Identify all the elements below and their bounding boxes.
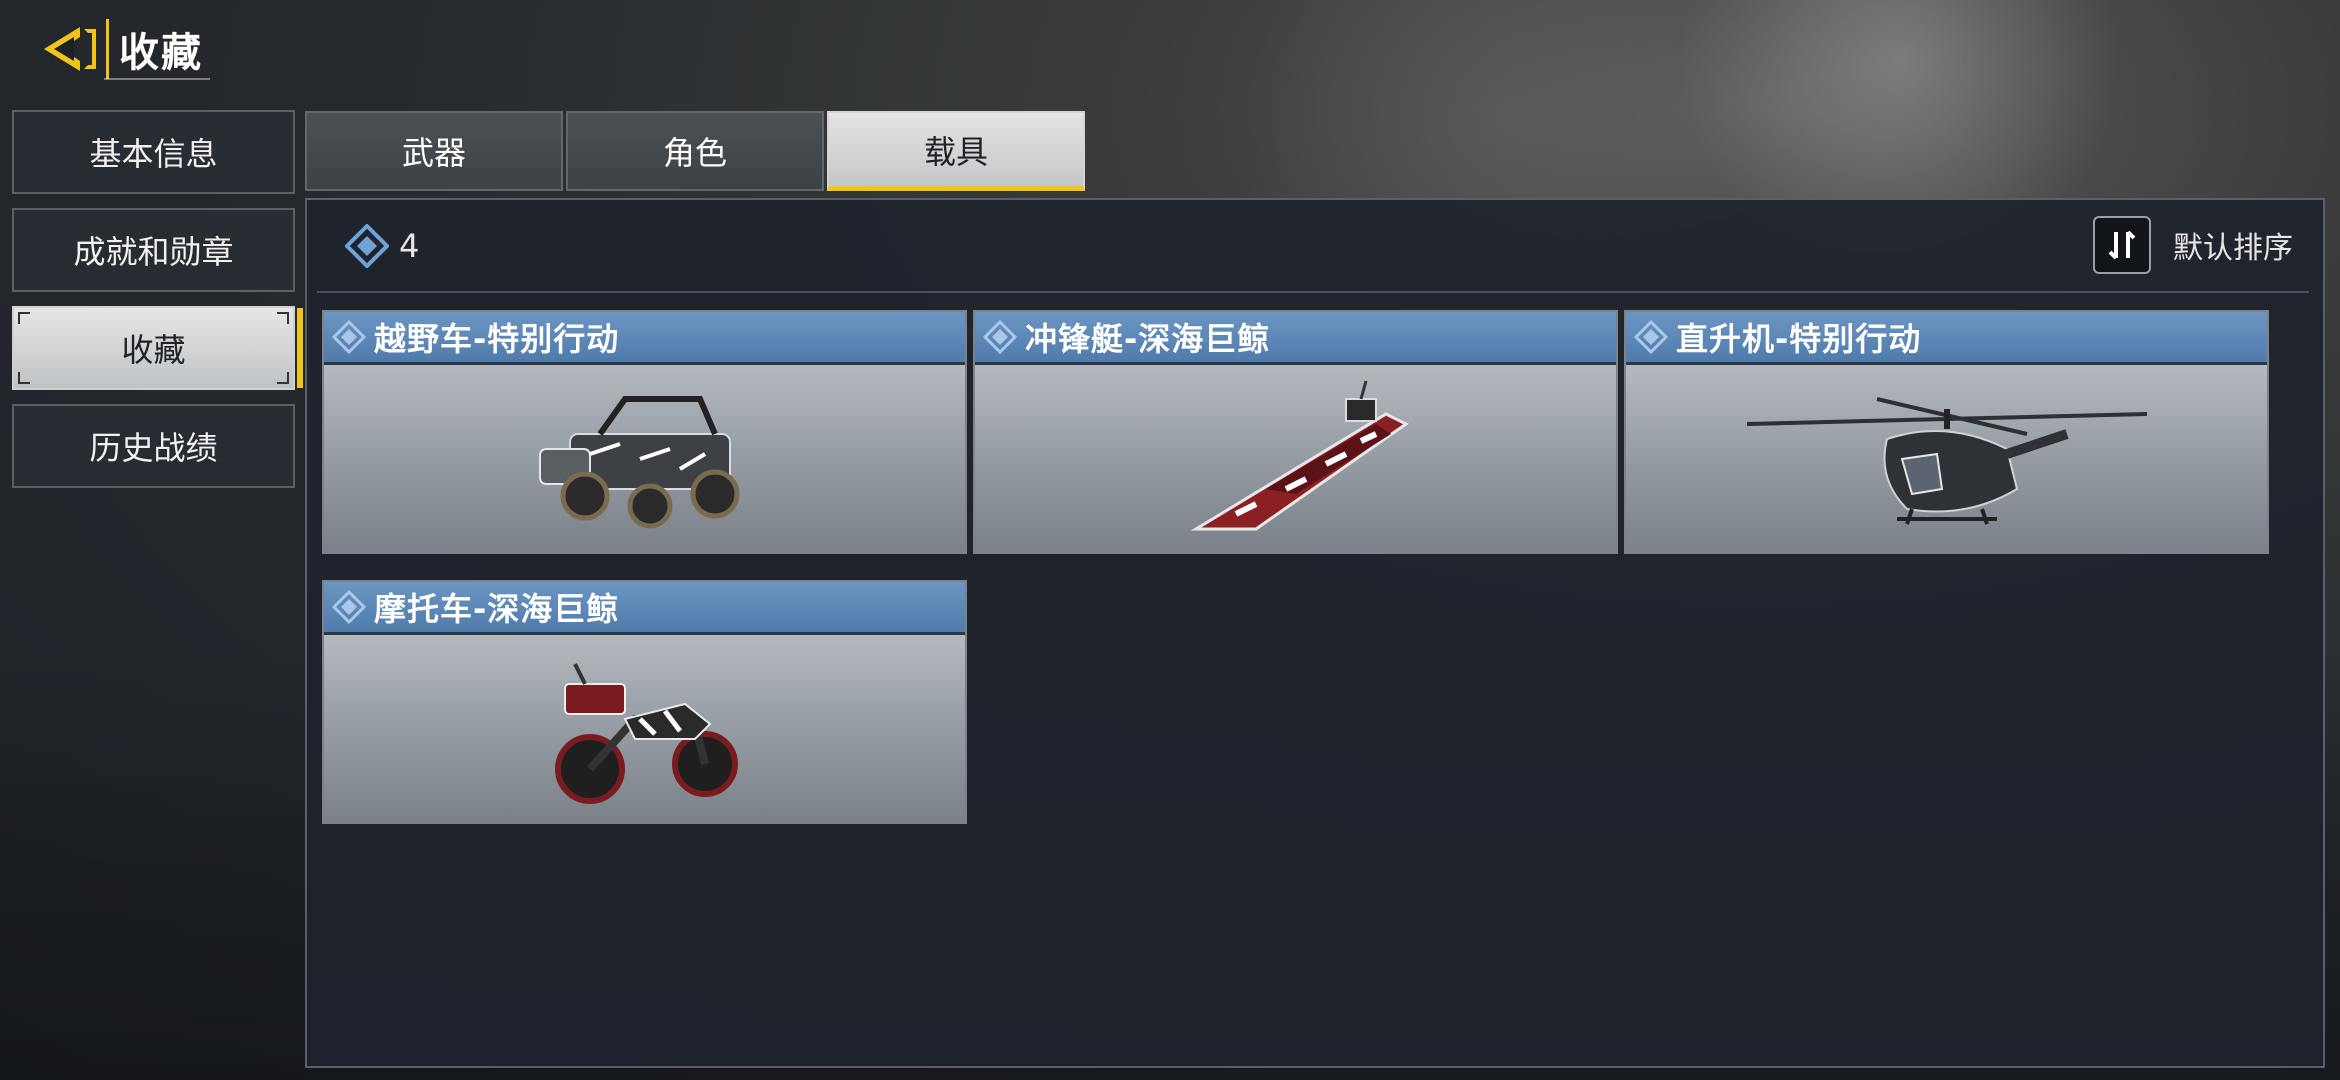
buggy-icon	[538, 395, 739, 528]
corner-mark	[277, 312, 289, 324]
tab-characters[interactable]: 角色	[566, 111, 824, 191]
diamond-icon	[345, 224, 389, 268]
sidebar-item-label: 成就和勋章	[73, 233, 234, 271]
back-button[interactable]	[40, 19, 100, 79]
back-arrow-icon	[44, 27, 96, 71]
card-image	[324, 635, 965, 822]
panel-header: 4 默认排序	[307, 200, 2323, 292]
collection-card[interactable]: 冲锋艇-深海巨鲸	[973, 310, 1618, 554]
tab-vehicles[interactable]: 载具	[827, 111, 1085, 191]
collection-panel: 4 默认排序 越野车-特别行动 冲锋艇-深海巨鲸 直升机-特别行动 摩托车-深海…	[305, 198, 2325, 1068]
sidebar-item-label: 历史战绩	[89, 429, 218, 467]
sort-button[interactable]	[2093, 216, 2151, 274]
sidebar-item-label: 收藏	[121, 331, 186, 369]
collection-grid: 越野车-特别行动 冲锋艇-深海巨鲸 直升机-特别行动 摩托车-深海巨鲸	[322, 310, 2269, 824]
sort-icon	[2108, 230, 2136, 260]
card-title-bar: 冲锋艇-深海巨鲸	[975, 312, 1616, 365]
card-title-bar: 越野车-特别行动	[324, 312, 965, 365]
collection-card[interactable]: 越野车-特别行动	[322, 310, 967, 554]
header-divider-line	[317, 291, 2309, 293]
motorcycle-icon	[554, 662, 738, 804]
corner-mark	[18, 372, 30, 384]
sidebar-item-basic-info[interactable]: 基本信息	[12, 110, 295, 194]
card-image	[324, 365, 965, 552]
sort-control[interactable]: 默认排序	[2093, 216, 2293, 274]
header-divider	[106, 19, 109, 79]
sort-label: 默认排序	[2173, 231, 2293, 266]
count-value: 4	[399, 227, 420, 265]
card-image	[975, 365, 1616, 552]
speedboat-icon	[1190, 380, 1409, 530]
tab-label: 载具	[923, 132, 988, 171]
sidebar: 基本信息 成就和勋章 收藏 历史战绩	[12, 110, 303, 502]
category-tabs: 武器 角色 载具	[305, 111, 1088, 191]
tab-label: 角色	[662, 134, 727, 172]
diamond-icon	[1634, 320, 1668, 354]
collection-card[interactable]: 摩托车-深海巨鲸	[322, 580, 967, 824]
tab-label: 武器	[401, 134, 466, 172]
sidebar-item-label: 基本信息	[89, 135, 218, 173]
sidebar-item-history[interactable]: 历史战绩	[12, 404, 295, 488]
card-name: 摩托车-深海巨鲸	[374, 590, 620, 628]
title-underline	[104, 78, 210, 80]
tab-weapons[interactable]: 武器	[305, 111, 563, 191]
card-title-bar: 直升机-特别行动	[1626, 312, 2267, 365]
page-header: 收藏	[40, 14, 203, 84]
diamond-icon	[983, 320, 1017, 354]
page-title: 收藏	[119, 30, 203, 76]
helicopter-icon	[1746, 396, 2147, 525]
sidebar-item-achievements[interactable]: 成就和勋章	[12, 208, 295, 292]
card-name: 直升机-特别行动	[1676, 320, 1922, 358]
card-name: 冲锋艇-深海巨鲸	[1025, 320, 1271, 358]
item-count: 4	[345, 224, 419, 268]
collection-card[interactable]: 直升机-特别行动	[1624, 310, 2269, 554]
diamond-icon	[332, 320, 366, 354]
sidebar-item-collection[interactable]: 收藏	[12, 306, 303, 390]
card-name: 越野车-特别行动	[374, 320, 620, 358]
corner-mark	[277, 372, 289, 384]
corner-mark	[18, 312, 30, 324]
card-title-bar: 摩托车-深海巨鲸	[324, 582, 965, 635]
diamond-icon	[332, 590, 366, 624]
card-image	[1626, 365, 2267, 552]
